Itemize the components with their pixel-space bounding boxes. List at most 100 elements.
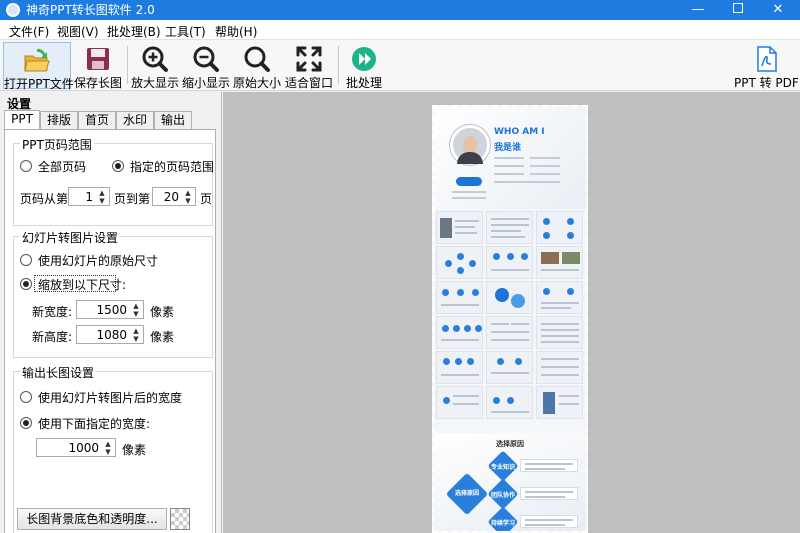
slide-thumbnail <box>436 351 483 384</box>
text-line <box>530 165 560 167</box>
avatar <box>450 125 490 165</box>
tab-watermark[interactable]: 水印 <box>116 111 154 129</box>
background-color-button[interactable]: 长图背景底色和透明度... <box>17 508 167 530</box>
magnifier-icon <box>244 46 270 72</box>
slide-thumbnail <box>486 211 533 244</box>
slide-thumbnail <box>536 386 583 419</box>
zoom-in-icon <box>142 46 168 72</box>
preview-area[interactable]: WHO AM I 我是谁 选择原因 选择原因 专业知识 团队协作 持续学习 <box>223 92 800 533</box>
slide-thumbnail <box>486 351 533 384</box>
open-ppt-label: 打开PPT文件 <box>4 77 74 91</box>
height-unit-label: 像素 <box>150 330 175 344</box>
fit-window-button[interactable]: 适合窗口 <box>284 42 334 90</box>
menu-help[interactable]: 帮助(H) <box>215 23 257 40</box>
tab-ppt[interactable]: PPT <box>4 110 40 130</box>
zoom-out-button[interactable]: 缩小显示 <box>182 42 230 90</box>
long-image-preview[interactable]: WHO AM I 我是谁 选择原因 选择原因 专业知识 团队协作 持续学习 <box>432 105 588 533</box>
toolbar-separator <box>338 46 339 84</box>
original-size-label: 原始大小 <box>233 76 282 90</box>
batch-button[interactable]: 批处理 <box>342 42 386 90</box>
node-label: 持续学习 <box>490 520 515 527</box>
all-pages-label[interactable]: 全部页码 <box>38 158 86 175</box>
settings-panel: 设置 PPT 排版 首页 水印 输出 PPT页码范围 全部页码 指定的页码范围 … <box>0 92 222 533</box>
ppt-tab-content: PPT页码范围 全部页码 指定的页码范围 页码从第 1 ▲ ▼ 页到第 20 ▲ ▼… <box>4 129 216 533</box>
text-line <box>494 165 524 167</box>
output-width-stepper[interactable]: 1000 ▲ ▼ <box>36 438 116 457</box>
slide-thumbnail <box>536 211 583 244</box>
fit-window-icon <box>296 46 322 72</box>
menu-view[interactable]: 视图(V) <box>57 23 99 40</box>
slide-image-title: 幻灯片转图片设置 <box>20 229 121 246</box>
slide-image-group: 幻灯片转图片设置 使用幻灯片的原始尺寸 缩放到以下尺寸: 新宽度: 1500 ▲… <box>13 229 213 358</box>
tab-cover[interactable]: 首页 <box>78 111 116 129</box>
maximize-icon <box>733 3 743 13</box>
slide-thumbnail <box>436 246 483 279</box>
new-height-stepper[interactable]: 1080 ▲ ▼ <box>76 325 144 344</box>
save-image-button[interactable]: 保存长图 <box>74 42 123 90</box>
tab-output[interactable]: 输出 <box>154 111 192 129</box>
specified-width-radio[interactable] <box>20 417 32 429</box>
minimize-button[interactable]: — <box>678 0 718 20</box>
tab-layout[interactable]: 排版 <box>40 111 78 129</box>
text-line <box>494 181 560 183</box>
page-to-label: 页到第 <box>114 192 151 206</box>
original-size-radio[interactable] <box>20 254 32 266</box>
page-to-value: 20 <box>163 190 179 204</box>
original-size-option-label[interactable]: 使用幻灯片的原始尺寸 <box>38 252 158 269</box>
minimize-icon: — <box>691 2 705 17</box>
output-width-value: 1000 <box>68 441 99 455</box>
scale-to-label[interactable]: 缩放到以下尺寸: <box>38 276 126 293</box>
maximize-button[interactable] <box>718 0 758 20</box>
preview-hero-title: WHO AM I <box>494 127 545 137</box>
transparency-swatch[interactable] <box>170 508 190 530</box>
converted-width-label[interactable]: 使用幻灯片转图片后的宽度 <box>38 389 182 406</box>
fit-window-label: 适合窗口 <box>284 76 333 90</box>
batch-label: 批处理 <box>345 76 382 90</box>
page-to-stepper[interactable]: 20 ▲ ▼ <box>152 187 196 206</box>
new-width-value: 1500 <box>96 303 127 317</box>
close-icon: ✕ <box>772 2 784 17</box>
spin-arrows-icon[interactable]: ▲ ▼ <box>103 440 113 456</box>
close-button[interactable]: ✕ <box>758 0 798 20</box>
scale-to-radio[interactable] <box>20 278 32 290</box>
width-unit-label: 像素 <box>150 305 175 319</box>
all-pages-radio[interactable] <box>20 160 32 172</box>
preview-cover-slide: WHO AM I 我是谁 <box>434 107 586 209</box>
preview-section-title: 选择原因 <box>496 440 524 448</box>
save-image-label: 保存长图 <box>74 76 123 90</box>
specified-range-radio[interactable] <box>112 160 124 172</box>
app-icon <box>6 3 20 17</box>
slide-thumbnail <box>536 246 583 279</box>
menu-tools[interactable]: 工具(T) <box>165 23 206 40</box>
spin-arrows-icon[interactable]: ▲ ▼ <box>131 302 141 318</box>
title-bar: 神奇PPT转长图软件 2.0 — ✕ <box>0 0 800 20</box>
page-from-stepper[interactable]: 1 ▲ ▼ <box>68 187 110 206</box>
preview-reasons-slide: 选择原因 选择原因 专业知识 团队协作 持续学习 <box>434 433 586 531</box>
zoom-in-button[interactable]: 放大显示 <box>131 42 179 90</box>
slide-thumbnail <box>536 351 583 384</box>
output-unit-label: 像素 <box>122 443 147 457</box>
spin-arrows-icon[interactable]: ▲ ▼ <box>131 327 141 343</box>
node-label: 团队协作 <box>490 492 515 499</box>
open-ppt-button[interactable]: 打开PPT文件 <box>3 42 74 91</box>
window-title: 神奇PPT转长图软件 2.0 <box>26 3 155 17</box>
menu-batch[interactable]: 批处理(B) <box>107 23 161 40</box>
specified-range-label[interactable]: 指定的页码范围 <box>130 158 214 175</box>
converted-width-radio[interactable] <box>20 391 32 403</box>
page-from-value: 1 <box>85 190 93 204</box>
name-badge <box>456 177 482 186</box>
output-image-title: 输出长图设置 <box>20 364 97 381</box>
ppt-to-pdf-button[interactable]: PPT 转 PDF <box>734 42 799 90</box>
original-size-button[interactable]: 原始大小 <box>233 42 282 90</box>
new-height-label: 新高度: <box>32 330 73 344</box>
text-line <box>530 173 560 175</box>
new-width-stepper[interactable]: 1500 ▲ ▼ <box>76 300 144 319</box>
slide-thumbnail <box>436 316 483 349</box>
menu-file[interactable]: 文件(F) <box>9 23 49 40</box>
spin-arrows-icon[interactable]: ▲ ▼ <box>97 189 107 205</box>
specified-width-label[interactable]: 使用下面指定的宽度: <box>38 415 150 432</box>
spin-arrows-icon[interactable]: ▲ ▼ <box>183 189 193 205</box>
ppt-range-group: PPT页码范围 全部页码 指定的页码范围 页码从第 1 ▲ ▼ 页到第 20 ▲ ▼… <box>13 136 214 226</box>
new-height-value: 1080 <box>96 328 127 342</box>
avatar-body-icon <box>457 152 483 164</box>
